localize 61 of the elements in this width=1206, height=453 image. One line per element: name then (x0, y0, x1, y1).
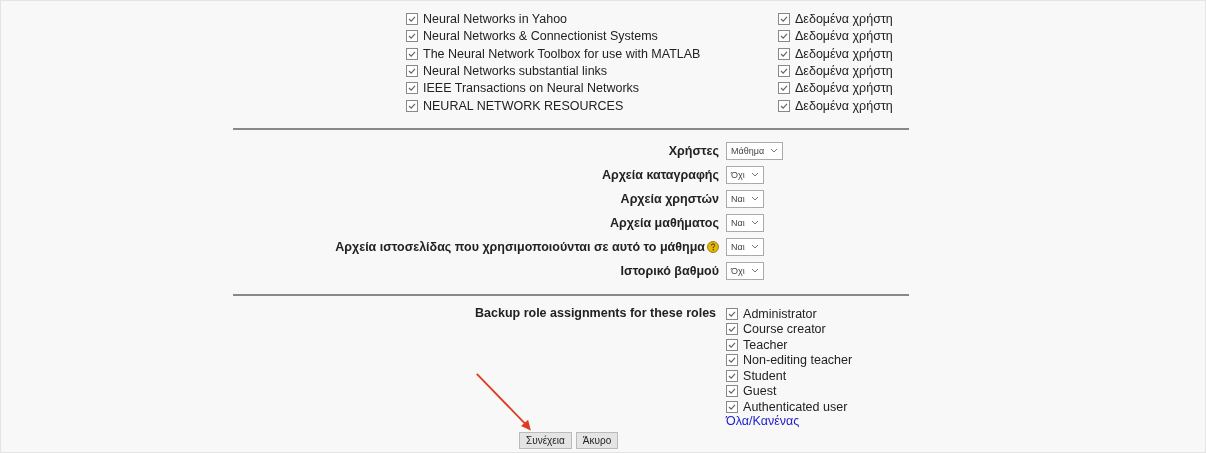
resource-name: Neural Networks in Yahoo (423, 12, 568, 27)
caret-icon (750, 244, 759, 250)
checkbox[interactable] (726, 369, 739, 382)
checkbox[interactable] (778, 30, 790, 43)
checkbox[interactable] (778, 99, 790, 112)
resource-name: Neural Networks substantial links (423, 64, 608, 79)
checkbox[interactable] (406, 99, 418, 112)
checkbox[interactable] (778, 47, 790, 60)
setting-label: Χρήστες (668, 143, 719, 158)
resource-name: NEURAL NETWORK RESOURCES (423, 98, 624, 113)
caret-icon (750, 220, 759, 226)
checkbox[interactable] (778, 65, 790, 78)
setting-label: Αρχεία χρηστών (620, 191, 719, 206)
checkbox[interactable] (406, 82, 418, 95)
setting-label: Αρχεία ιστοσελίδας που χρησιμοποιούνται σε αυτό το μάθημα (335, 239, 705, 254)
role-name: Authenticated user (743, 399, 848, 414)
setting-label: Ιστορικό βαθμού (620, 263, 719, 278)
dropdown[interactable]: Μάθημα (726, 141, 784, 160)
user-data-label: Δεδομένα χρήστη (795, 29, 893, 44)
dropdown[interactable]: Ναι (726, 213, 764, 232)
help-icon[interactable] (707, 240, 719, 253)
caret-icon (750, 196, 759, 202)
checkbox[interactable] (406, 47, 418, 60)
role-name: Student (743, 368, 787, 383)
select-all-link[interactable]: Όλα/Κανένας (726, 414, 853, 429)
checkbox[interactable] (406, 30, 418, 43)
setting-label: Αρχεία καταγραφής (601, 167, 719, 182)
dropdown[interactable]: Ναι (726, 189, 764, 208)
user-data-label: Δεδομένα χρήστη (795, 46, 893, 61)
checkbox[interactable] (726, 307, 739, 320)
caret-icon (750, 268, 759, 274)
role-name: Teacher (743, 337, 788, 352)
caret-icon (750, 172, 759, 178)
checkbox[interactable] (726, 385, 739, 398)
form-button[interactable]: Συνέχεια (519, 432, 572, 450)
roles-label: Backup role assignments for these roles (475, 305, 717, 320)
user-data-label: Δεδομένα χρήστη (795, 98, 893, 113)
checkbox[interactable] (778, 82, 790, 95)
checkbox[interactable] (778, 13, 790, 26)
role-name: Non-editing teacher (743, 353, 853, 368)
checkbox[interactable] (406, 13, 418, 26)
resource-name: The Neural Network Toolbox for use with MATLAB (423, 46, 701, 61)
checkbox[interactable] (726, 354, 739, 367)
role-name: Administrator (743, 306, 817, 321)
user-data-label: Δεδομένα χρήστη (795, 12, 893, 27)
resource-name: Neural Networks & Connectionist Systems (423, 29, 658, 44)
checkbox[interactable] (726, 400, 739, 413)
form-button[interactable]: Άκυρο (575, 432, 619, 450)
caret-icon (770, 148, 779, 154)
checkbox[interactable] (726, 338, 739, 351)
user-data-label: Δεδομένα χρήστη (795, 81, 893, 96)
dropdown[interactable]: Όχι (726, 165, 764, 184)
role-name: Course creator (743, 322, 826, 337)
resource-name: IEEE Transactions on Neural Networks (423, 81, 640, 96)
setting-label: Αρχεία μαθήματος (610, 215, 719, 230)
role-name: Guest (743, 384, 777, 399)
checkbox[interactable] (406, 65, 418, 78)
checkbox[interactable] (726, 323, 739, 336)
dropdown[interactable]: Όχι (726, 261, 764, 280)
user-data-label: Δεδομένα χρήστη (795, 64, 893, 79)
dropdown[interactable]: Ναι (726, 237, 764, 256)
